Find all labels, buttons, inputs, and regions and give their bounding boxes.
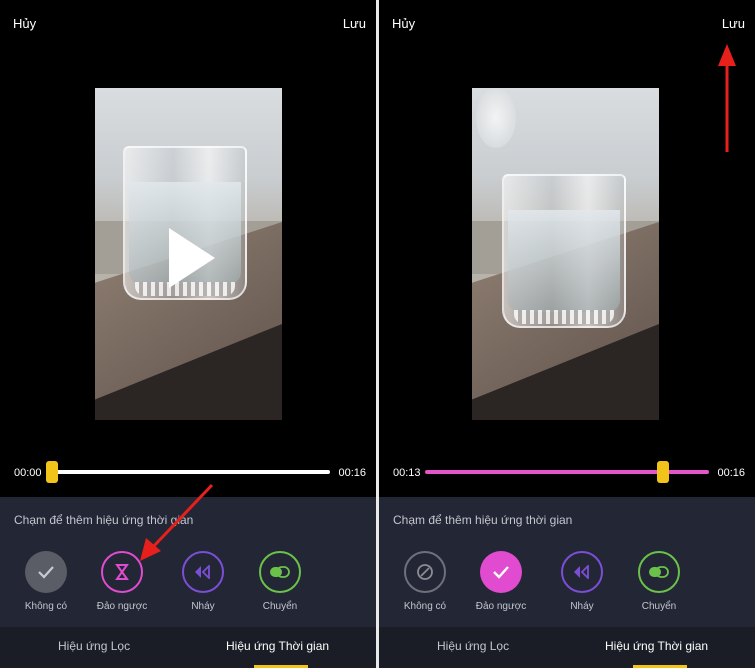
check-icon (38, 566, 54, 579)
flash-icon (195, 565, 210, 579)
effect-label: Nháy (191, 601, 215, 612)
timeline-start-time: 00:00 (14, 467, 42, 479)
timeline-end-time: 00:16 (717, 467, 745, 479)
right-screen: Hủy Lưu 00:13 00:16 Chạm để thêm hiệu ứn… (379, 0, 755, 668)
effect-label: Chuyển (262, 601, 298, 612)
flash-icon (574, 565, 589, 579)
time-effects-panel: Chạm để thêm hiệu ứng thời gian Không có… (379, 497, 755, 627)
effect-none-button[interactable]: Không có (395, 551, 455, 612)
cancel-button[interactable]: Hủy (13, 16, 36, 31)
effect-transition-button[interactable]: Chuyển (629, 551, 689, 612)
cancel-button[interactable]: Hủy (392, 16, 415, 31)
video-scene-glass (502, 174, 626, 328)
timeline-start-time: 00:13 (393, 467, 421, 479)
timeline-scrubber[interactable] (657, 461, 669, 483)
timeline-end-time: 00:16 (338, 467, 366, 479)
bottom-tab-bar: Hiệu ứng Lọc Hiệu ứng Thời gian (379, 627, 755, 668)
effect-label: Đảo ngược (96, 601, 148, 612)
effect-label: Không có (403, 601, 447, 612)
video-scene-fan (476, 88, 516, 148)
effect-flash-button[interactable]: Nháy (552, 551, 612, 612)
screenshot-comparison: Hủy Lưu 00:00 00:16 Chạm để thêm hiệu ứn… (0, 0, 755, 668)
transition-icon (649, 566, 669, 578)
effect-label: Nháy (570, 601, 594, 612)
tab-time-effects[interactable]: Hiệu ứng Thời gian (605, 639, 708, 653)
effect-label: Đảo ngược (475, 601, 527, 612)
left-screen: Hủy Lưu 00:00 00:16 Chạm để thêm hiệu ứn… (0, 0, 376, 668)
effect-transition-button[interactable]: Chuyển (250, 551, 310, 612)
bottom-tab-bar: Hiệu ứng Lọc Hiệu ứng Thời gian (0, 627, 376, 668)
save-button[interactable]: Lưu (343, 16, 366, 31)
play-icon[interactable] (169, 228, 215, 288)
time-effects-panel: Chạm để thêm hiệu ứng thời gian Không có… (0, 497, 376, 627)
tab-filter-effects[interactable]: Hiệu ứng Lọc (58, 639, 130, 653)
effect-none-button[interactable]: Không có (16, 551, 76, 612)
effect-label: Chuyển (641, 601, 677, 612)
none-icon (417, 564, 433, 580)
effects-hint: Chạm để thêm hiệu ứng thời gian (14, 513, 194, 527)
tab-filter-effects[interactable]: Hiệu ứng Lọc (437, 639, 509, 653)
timeline-track[interactable] (52, 470, 330, 474)
timeline-scrubber[interactable] (46, 461, 58, 483)
effect-reverse-button[interactable]: Đảo ngược (471, 551, 531, 612)
video-preview[interactable] (472, 88, 659, 420)
tab-time-effects[interactable]: Hiệu ứng Thời gian (226, 639, 329, 653)
hourglass-icon (115, 564, 129, 580)
effect-reverse-button[interactable]: Đảo ngược (92, 551, 152, 612)
video-preview[interactable] (95, 88, 282, 420)
effects-hint: Chạm để thêm hiệu ứng thời gian (393, 513, 573, 527)
effect-flash-button[interactable]: Nháy (173, 551, 233, 612)
transition-icon (270, 566, 290, 578)
save-button[interactable]: Lưu (722, 16, 745, 31)
effect-label: Không có (24, 601, 68, 612)
check-icon (493, 566, 509, 579)
